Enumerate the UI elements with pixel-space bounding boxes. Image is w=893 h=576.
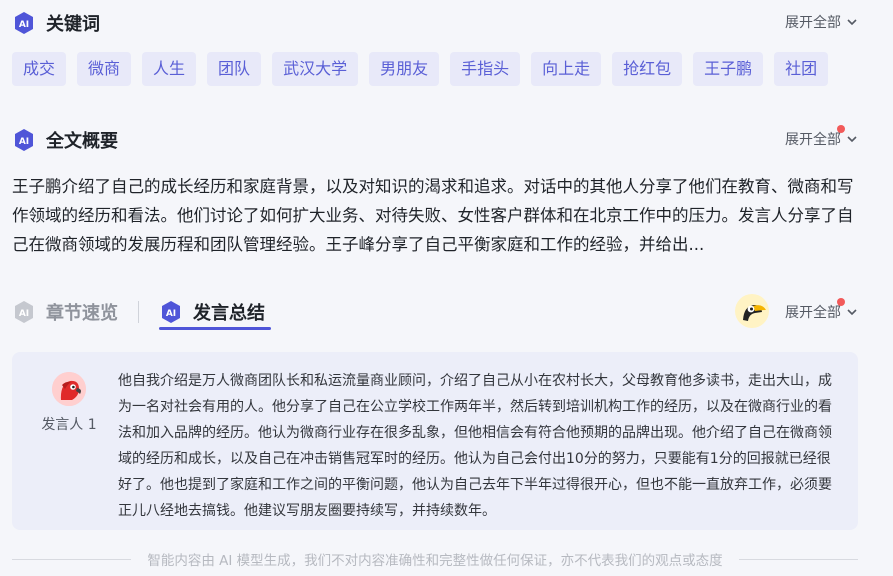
svg-text:AI: AI: [19, 137, 29, 147]
keyword-tag[interactable]: 人生: [142, 52, 197, 86]
chevron-down-icon: [847, 19, 857, 26]
keyword-tag[interactable]: 手指头: [450, 52, 521, 86]
overview-expand-button[interactable]: 展开全部: [785, 125, 857, 149]
expand-label: 展开全部: [785, 15, 841, 31]
overview-title: 全文概要: [46, 131, 118, 152]
keywords-header: AI 关键词: [12, 10, 100, 36]
summary-tabs: AI 章节速览 AI 发言总结: [12, 296, 271, 330]
tab-chapter-overview[interactable]: AI 章节速览: [12, 296, 118, 328]
speech-expand-button[interactable]: 展开全部: [785, 298, 857, 322]
ai-disclaimer: 智能内容由 AI 模型生成，我们不对内容准确性和完整性做任何保证，亦不代表我们的…: [12, 549, 858, 569]
keywords-expand-button[interactable]: 展开全部: [785, 12, 857, 32]
speaker-info: 发言人 1: [34, 372, 104, 434]
tab-speech-summary[interactable]: AI 发言总结: [159, 296, 271, 330]
overview-header: AI 全文概要: [12, 127, 118, 153]
tab-divider: [138, 301, 139, 323]
svg-text:AI: AI: [19, 309, 29, 319]
notification-dot: [837, 298, 845, 306]
ai-badge-icon: AI: [12, 300, 36, 324]
notification-dot: [837, 125, 845, 133]
speech-summary-card: 发言人 1 他自我介绍是万人微商团队长和私运流量商业顾问，介绍了自己从小在农村长…: [12, 352, 858, 530]
ai-badge-icon: AI: [12, 11, 36, 35]
ai-badge-icon: AI: [159, 300, 183, 324]
keyword-tag[interactable]: 社团: [774, 52, 829, 86]
keyword-tag[interactable]: 武汉大学: [272, 52, 359, 86]
keyword-tag[interactable]: 团队: [207, 52, 262, 86]
keyword-tag[interactable]: 微商: [77, 52, 132, 86]
chevron-down-icon: [847, 309, 857, 316]
svg-text:AI: AI: [19, 20, 29, 30]
expand-label: 展开全部: [785, 305, 841, 321]
keyword-tag[interactable]: 王子鹏: [693, 52, 764, 86]
parrot-avatar-icon: [52, 372, 86, 406]
ai-badge-icon: AI: [12, 128, 36, 152]
expand-label: 展开全部: [785, 132, 841, 148]
keyword-tag[interactable]: 向上走: [531, 52, 602, 86]
speaker-name: 发言人 1: [41, 417, 97, 433]
keyword-tag[interactable]: 男朋友: [369, 52, 440, 86]
toucan-avatar-icon[interactable]: [735, 294, 769, 328]
chevron-down-icon: [847, 136, 857, 143]
svg-text:AI: AI: [166, 309, 176, 319]
disclaimer-text: 智能内容由 AI 模型生成，我们不对内容准确性和完整性做任何保证，亦不代表我们的…: [147, 553, 723, 569]
tab-label: 章节速览: [46, 303, 118, 324]
overview-text: 王子鹏介绍了自己的成长经历和家庭背景，以及对知识的渴求和追求。对话中的其他人分享…: [12, 177, 854, 254]
divider: [738, 558, 858, 560]
keywords-title: 关键词: [46, 14, 100, 35]
keyword-tag[interactable]: 抢红包: [612, 52, 683, 86]
divider: [12, 558, 132, 560]
tab-label: 发言总结: [193, 303, 265, 324]
keyword-tag[interactable]: 成交: [12, 52, 67, 86]
speech-summary-text: 他自我介绍是万人微商团队长和私运流量商业顾问，介绍了自己从小在农村长大，父母教育…: [118, 373, 832, 519]
keyword-tag-list: 成交 微商 人生 团队 武汉大学 男朋友 手指头 向上走 抢红包 王子鹏 社团: [12, 52, 829, 86]
